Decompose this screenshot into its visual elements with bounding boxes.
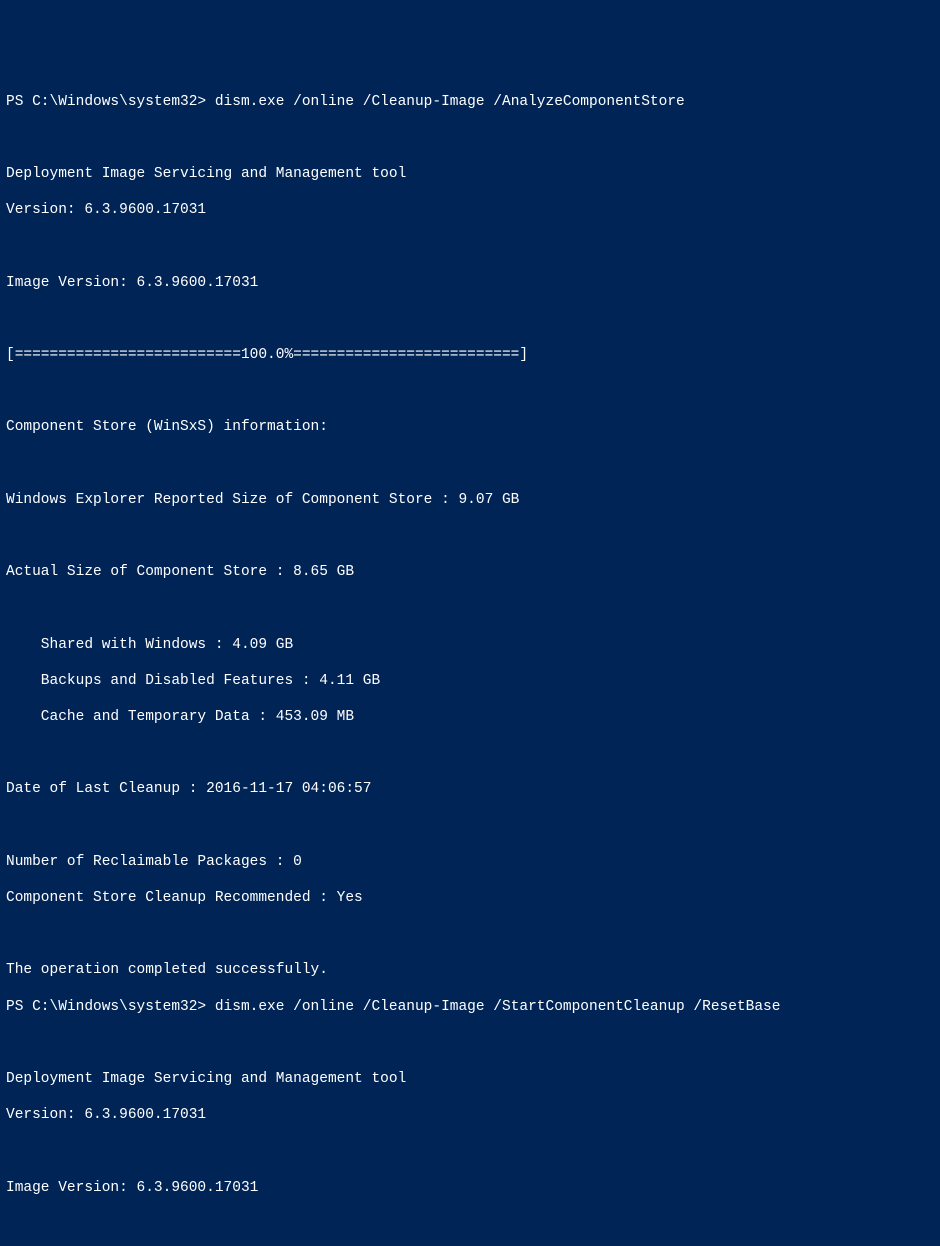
output-line: Version: 6.3.9600.17031 <box>6 201 934 219</box>
output-line <box>6 527 934 545</box>
prompt-line-1: PS C:\Windows\system32> dism.exe /online… <box>6 93 934 111</box>
output-line <box>6 238 934 256</box>
output-line <box>6 310 934 328</box>
output-line: Shared with Windows : 4.09 GB <box>6 636 934 654</box>
output-line: Image Version: 6.3.9600.17031 <box>6 274 934 292</box>
output-line: Image Version: 6.3.9600.17031 <box>6 1179 934 1197</box>
output-line: Number of Reclaimable Packages : 0 <box>6 853 934 871</box>
output-line: The operation completed successfully. <box>6 961 934 979</box>
output-line <box>6 1034 934 1052</box>
prompt-line-2: PS C:\Windows\system32> dism.exe /online… <box>6 998 934 1016</box>
output-line: Windows Explorer Reported Size of Compon… <box>6 491 934 509</box>
output-line <box>6 817 934 835</box>
command-text: dism.exe /online /Cleanup-Image /Analyze… <box>215 94 685 110</box>
output-line <box>6 129 934 147</box>
command-text: dism.exe /online /Cleanup-Image /StartCo… <box>215 999 781 1015</box>
output-line <box>6 455 934 473</box>
output-line <box>6 1143 934 1161</box>
output-line <box>6 599 934 617</box>
output-line: Deployment Image Servicing and Managemen… <box>6 1070 934 1088</box>
output-line <box>6 382 934 400</box>
output-line: Actual Size of Component Store : 8.65 GB <box>6 563 934 581</box>
output-line: Backups and Disabled Features : 4.11 GB <box>6 672 934 690</box>
progress-bar-line: [==========================100.0%=======… <box>6 346 934 364</box>
ps-prompt: PS C:\Windows\system32> <box>6 999 215 1015</box>
output-line <box>6 1215 934 1233</box>
output-line: Deployment Image Servicing and Managemen… <box>6 165 934 183</box>
output-line: Version: 6.3.9600.17031 <box>6 1106 934 1124</box>
ps-prompt: PS C:\Windows\system32> <box>6 94 215 110</box>
terminal-output[interactable]: PS C:\Windows\system32> dism.exe /online… <box>6 75 934 1246</box>
output-line: Component Store Cleanup Recommended : Ye… <box>6 889 934 907</box>
output-line: Component Store (WinSxS) information: <box>6 418 934 436</box>
output-line <box>6 744 934 762</box>
output-line <box>6 925 934 943</box>
output-line: Date of Last Cleanup : 2016-11-17 04:06:… <box>6 780 934 798</box>
output-line: Cache and Temporary Data : 453.09 MB <box>6 708 934 726</box>
